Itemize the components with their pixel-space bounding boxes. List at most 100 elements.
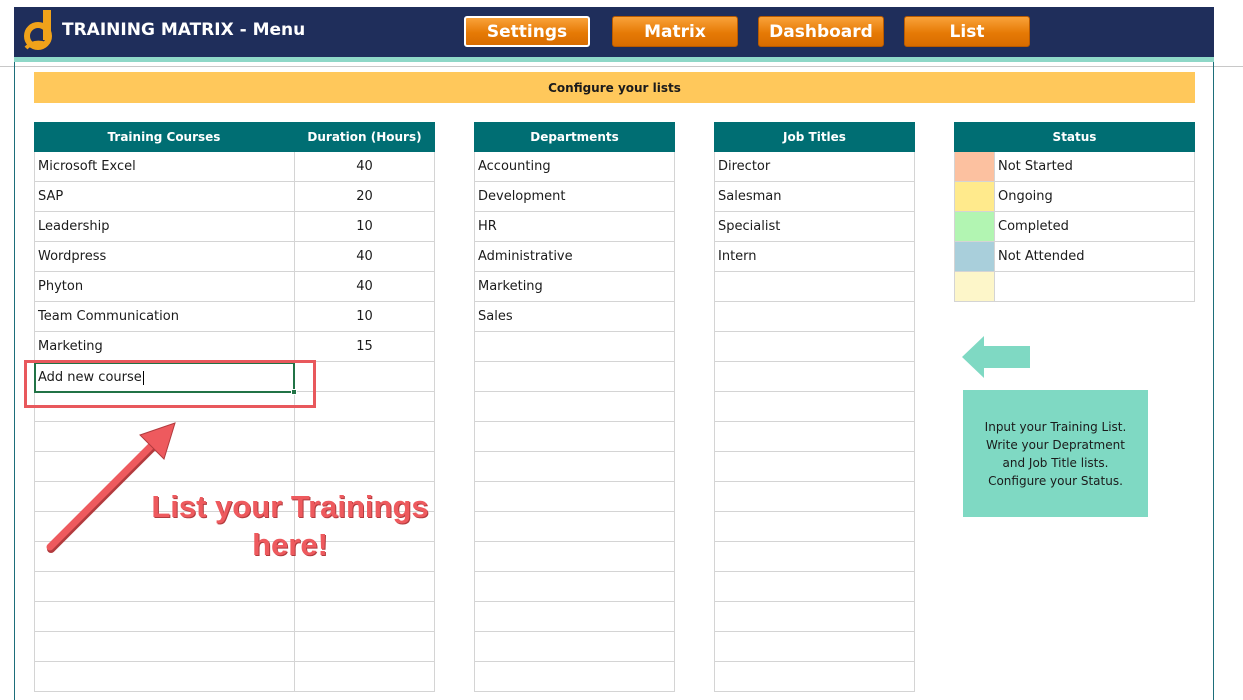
department-cell[interactable] — [474, 392, 675, 421]
list-button[interactable]: List — [904, 16, 1030, 47]
course-duration-cell[interactable] — [294, 422, 435, 451]
course-name-cell[interactable]: Microsoft Excel — [34, 152, 294, 181]
job-title-cell[interactable] — [714, 572, 915, 601]
course-duration-cell[interactable]: 40 — [294, 272, 435, 301]
job-title-cell[interactable]: Intern — [714, 242, 915, 271]
table-row: Wordpress 40 — [34, 242, 435, 272]
course-name-cell[interactable]: Wordpress — [34, 242, 294, 271]
department-cell[interactable]: Administrative — [474, 242, 675, 271]
courses-column-header: Training Courses — [107, 130, 221, 144]
job-title-cell[interactable]: Specialist — [714, 212, 915, 241]
course-duration-cell[interactable] — [294, 662, 435, 691]
course-duration-cell[interactable]: 10 — [294, 302, 435, 331]
course-name-cell[interactable]: Team Communication — [34, 302, 294, 331]
status-body: Not Started Ongoing Completed Not Attended — [954, 152, 1195, 302]
department-cell[interactable] — [474, 482, 675, 511]
status-column-header: Status — [1052, 130, 1097, 144]
department-cell[interactable]: HR — [474, 212, 675, 241]
header-divider — [0, 66, 1243, 67]
status-color-swatch[interactable] — [954, 212, 994, 241]
department-cell[interactable]: Sales — [474, 302, 675, 331]
status-color-swatch[interactable] — [954, 182, 994, 211]
table-row — [474, 452, 675, 482]
matrix-button[interactable]: Matrix — [612, 16, 738, 47]
course-duration-cell[interactable] — [294, 572, 435, 601]
course-duration-cell[interactable]: 10 — [294, 212, 435, 241]
status-color-swatch[interactable] — [954, 242, 994, 271]
job-title-cell[interactable] — [714, 662, 915, 691]
status-color-swatch[interactable] — [954, 152, 994, 181]
course-name-cell[interactable]: SAP — [34, 182, 294, 211]
course-duration-cell[interactable]: 15 — [294, 332, 435, 361]
job-title-cell[interactable] — [714, 452, 915, 481]
table-row: Completed — [954, 212, 1195, 242]
job-title-cell[interactable] — [714, 392, 915, 421]
course-name-cell[interactable] — [34, 632, 294, 661]
department-cell[interactable]: Development — [474, 182, 675, 211]
department-cell[interactable]: Marketing — [474, 272, 675, 301]
departments-table: Departments Accounting Development HR Admin… — [474, 122, 675, 692]
course-duration-cell[interactable]: 40 — [294, 152, 435, 181]
table-row — [714, 422, 915, 452]
department-cell[interactable] — [474, 602, 675, 631]
job-title-cell[interactable] — [714, 542, 915, 571]
table-row: Accounting — [474, 152, 675, 182]
course-name-cell[interactable] — [34, 602, 294, 631]
callout-line-2: here! — [252, 527, 328, 562]
department-cell[interactable] — [474, 512, 675, 541]
note-line-4: Configure your Status. — [988, 473, 1123, 488]
course-duration-cell[interactable] — [294, 632, 435, 661]
job-title-cell[interactable] — [714, 632, 915, 661]
job-title-cell[interactable]: Salesman — [714, 182, 915, 211]
department-cell[interactable] — [474, 632, 675, 661]
job-title-cell[interactable] — [714, 422, 915, 451]
course-name-cell[interactable] — [34, 662, 294, 691]
course-duration-cell[interactable]: 20 — [294, 182, 435, 211]
table-row: Salesman — [714, 182, 915, 212]
table-row — [714, 362, 915, 392]
status-label-cell[interactable]: Not Started — [994, 152, 1195, 181]
course-name-cell[interactable]: Leadership — [34, 212, 294, 241]
table-row: Development — [474, 182, 675, 212]
course-name-cell[interactable]: Phyton — [34, 272, 294, 301]
status-color-swatch[interactable] — [954, 272, 994, 301]
table-row: Leadership 10 — [34, 212, 435, 242]
course-name-cell[interactable] — [34, 572, 294, 601]
course-duration-cell[interactable] — [294, 602, 435, 631]
duration-column-header: Duration (Hours) — [307, 130, 422, 144]
departments-body: Accounting Development HR Administrative Mar… — [474, 152, 675, 692]
course-duration-cell[interactable] — [294, 452, 435, 481]
job-title-cell[interactable] — [714, 602, 915, 631]
job-title-cell[interactable] — [714, 272, 915, 301]
department-cell[interactable] — [474, 662, 675, 691]
status-label-cell[interactable] — [994, 272, 1195, 301]
status-header-row: Status — [954, 122, 1195, 152]
course-name-cell[interactable]: Marketing — [34, 332, 294, 361]
job-title-cell[interactable] — [714, 332, 915, 361]
table-row — [474, 362, 675, 392]
table-row — [714, 602, 915, 632]
job-title-cell[interactable] — [714, 512, 915, 541]
table-row — [714, 662, 915, 692]
department-cell[interactable] — [474, 542, 675, 571]
department-cell[interactable] — [474, 452, 675, 481]
course-duration-cell[interactable]: 40 — [294, 242, 435, 271]
table-row — [474, 482, 675, 512]
job-title-cell[interactable]: Director — [714, 152, 915, 181]
job-title-cell[interactable] — [714, 482, 915, 511]
table-row: Intern — [714, 242, 915, 272]
dashboard-button[interactable]: Dashboard — [758, 16, 884, 47]
status-label-cell[interactable]: Completed — [994, 212, 1195, 241]
department-cell[interactable] — [474, 332, 675, 361]
job-title-cell[interactable] — [714, 302, 915, 331]
department-cell[interactable]: Accounting — [474, 152, 675, 181]
table-row: Administrative — [474, 242, 675, 272]
settings-button[interactable]: Settings — [464, 16, 590, 47]
department-cell[interactable] — [474, 362, 675, 391]
department-cell[interactable] — [474, 572, 675, 601]
section-banner: Configure your lists — [34, 72, 1195, 103]
department-cell[interactable] — [474, 422, 675, 451]
status-label-cell[interactable]: Ongoing — [994, 182, 1195, 211]
status-label-cell[interactable]: Not Attended — [994, 242, 1195, 271]
job-title-cell[interactable] — [714, 362, 915, 391]
